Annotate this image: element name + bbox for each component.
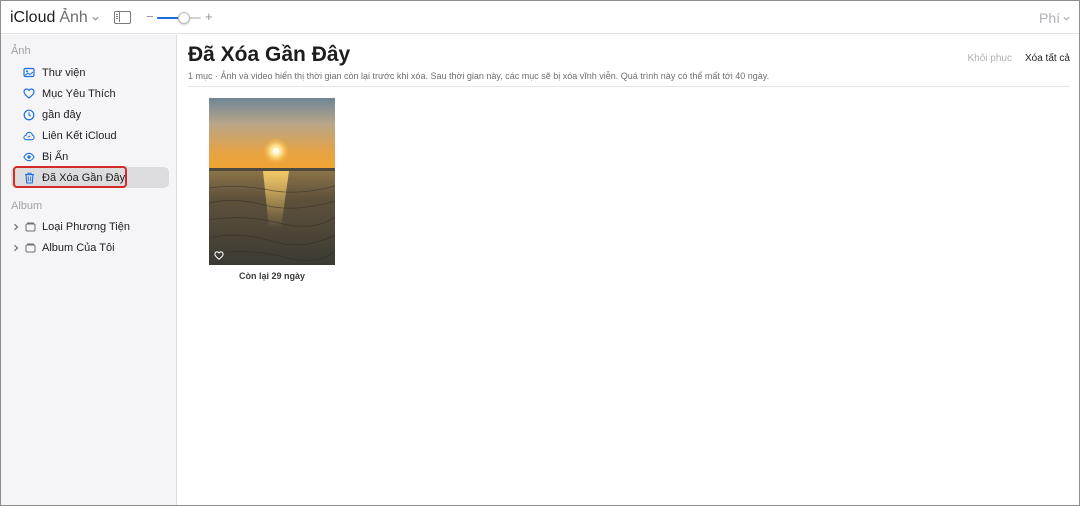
- sidebar: Ảnh Thư viện Mục Yêu Thích gần đây Liên …: [1, 35, 177, 505]
- section-label-albums: Album: [11, 200, 43, 212]
- sidebar-item-media-types[interactable]: Loại Phương Tiện: [11, 216, 169, 237]
- chevron-down-icon: [92, 16, 99, 21]
- sidebar-item-label: Đã Xóa Gần Đây: [42, 171, 126, 184]
- sidebar-item-label: gần đây: [42, 108, 82, 121]
- eye-icon: [23, 151, 35, 163]
- delete-all-button[interactable]: Xóa tất cả: [1025, 53, 1070, 64]
- account-menu[interactable]: Phí: [1039, 10, 1071, 26]
- sidebar-item-label: Liên Kết iCloud: [42, 129, 117, 142]
- app-switcher[interactable]: iCloud Ảnh: [10, 9, 100, 27]
- sidebar-item-label: Thư viện: [42, 66, 86, 79]
- page-title: Đã Xóa Gần Đây: [188, 43, 351, 66]
- app-window: iCloud Ảnh − + Phí Ảnh Thư viện Mục Yêu …: [0, 0, 1080, 506]
- photo-caption: Còn lại 29 ngày: [238, 271, 306, 281]
- zoom-out-button[interactable]: −: [146, 9, 154, 24]
- chevron-right-icon[interactable]: [12, 244, 20, 252]
- trash-icon: [23, 172, 35, 184]
- sidebar-item-label: Mục Yêu Thích: [42, 87, 116, 100]
- zoom-slider-knob[interactable]: [178, 12, 191, 24]
- account-name: Phí: [1038, 10, 1060, 26]
- section-label-photos: Ảnh: [11, 45, 31, 57]
- zoom-in-button[interactable]: +: [205, 9, 213, 24]
- folder-icon: [25, 243, 36, 252]
- sidebar-item-recently-deleted[interactable]: Đã Xóa Gần Đây: [11, 167, 169, 188]
- sidebar-item-label: Bị Ẩn: [42, 150, 69, 163]
- sidebar-item-favorites[interactable]: Mục Yêu Thích: [11, 83, 169, 104]
- heart-outline-icon[interactable]: [214, 251, 224, 260]
- main-content: Đã Xóa Gần Đây 1 mục · Ảnh và video hiển…: [178, 35, 1079, 505]
- heart-icon: [23, 88, 35, 100]
- sidebar-item-my-albums[interactable]: Album Của Tôi: [11, 237, 169, 258]
- chevron-down-icon: [1063, 16, 1070, 21]
- sidebar-item-library[interactable]: Thư viện: [11, 62, 169, 83]
- clock-icon: [23, 109, 35, 121]
- cloud-link-icon: [23, 130, 35, 142]
- folder-icon: [25, 222, 36, 231]
- brand-label: iCloud: [10, 9, 56, 26]
- sidebar-item-label: Loại Phương Tiện: [42, 220, 130, 233]
- photo-library-icon: [23, 67, 35, 79]
- sidebar-item-recents[interactable]: gần đây: [11, 104, 169, 125]
- photo-thumbnail[interactable]: [209, 98, 335, 265]
- sidebar-item-label: Album Của Tôi: [42, 241, 115, 254]
- sidebar-toggle-icon[interactable]: [114, 11, 131, 24]
- app-name: Ảnh: [59, 9, 88, 26]
- page-subtitle: 1 mục · Ảnh và video hiển thị thời gian …: [188, 71, 770, 81]
- top-bar: iCloud Ảnh − + Phí: [1, 1, 1079, 34]
- header-divider: [188, 86, 1070, 87]
- sidebar-item-icloud-links[interactable]: Liên Kết iCloud: [11, 125, 169, 146]
- restore-button[interactable]: Khôi phục: [968, 53, 1012, 64]
- sidebar-item-hidden[interactable]: Bị Ẩn: [11, 146, 169, 167]
- chevron-right-icon[interactable]: [12, 223, 20, 231]
- sunset-beach-image: [209, 98, 335, 265]
